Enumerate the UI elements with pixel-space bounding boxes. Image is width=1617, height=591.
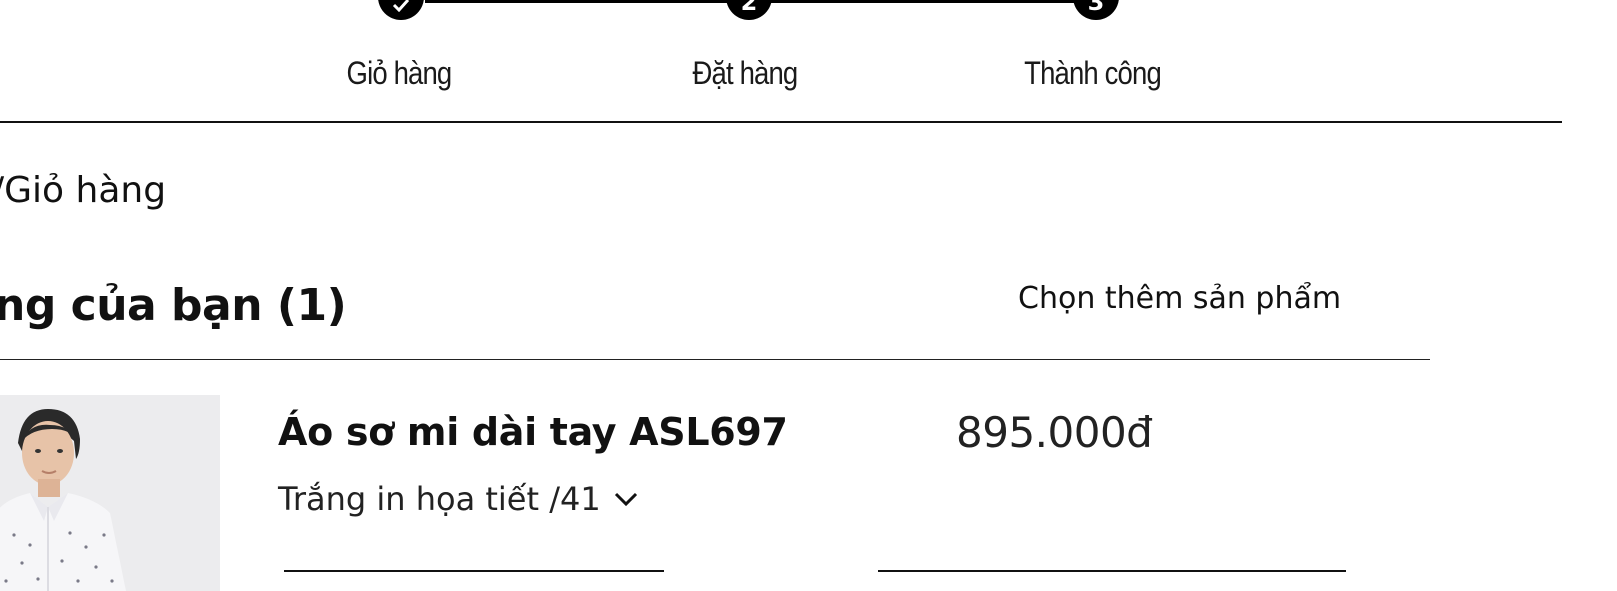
product-image[interactable] xyxy=(0,395,220,591)
step-1-label[interactable]: Giỏ hàng xyxy=(347,55,453,92)
cart-page: 2 3 Giỏ hàng Đặt hàng Thành công /Giỏ hà… xyxy=(0,0,1617,591)
step-2-number: 2 xyxy=(740,0,758,16)
header-divider xyxy=(0,121,1562,123)
variant-selector[interactable]: Trắng in họa tiết /41 xyxy=(278,480,639,518)
step-2-marker: 2 xyxy=(726,0,772,20)
step-1-marker xyxy=(378,0,424,20)
add-more-products-link[interactable]: Chọn thêm sản phẩm xyxy=(1018,281,1341,316)
step-3-label: Thành công xyxy=(1024,55,1162,91)
chevron-down-icon xyxy=(614,492,637,507)
stepper-connector xyxy=(425,0,730,3)
cart-header-divider xyxy=(0,359,1430,360)
total-field-underline xyxy=(878,570,1346,572)
stepper-connector xyxy=(770,0,1075,3)
breadcrumb: /Giỏ hàng xyxy=(0,170,167,211)
product-name[interactable]: Áo sơ mi dài tay ASL697 xyxy=(278,410,788,454)
step-2-label: Đặt hàng xyxy=(692,55,799,91)
check-icon xyxy=(392,0,410,12)
product-price: 895.000đ xyxy=(956,408,1153,457)
step-3-number: 3 xyxy=(1087,0,1105,16)
page-title: ng của bạn (1) xyxy=(0,280,347,331)
variant-label: Trắng in họa tiết /41 xyxy=(278,480,601,518)
quantity-field-underline xyxy=(284,570,664,572)
step-3-marker: 3 xyxy=(1073,0,1119,20)
shirt-model-photo-icon xyxy=(0,409,126,591)
